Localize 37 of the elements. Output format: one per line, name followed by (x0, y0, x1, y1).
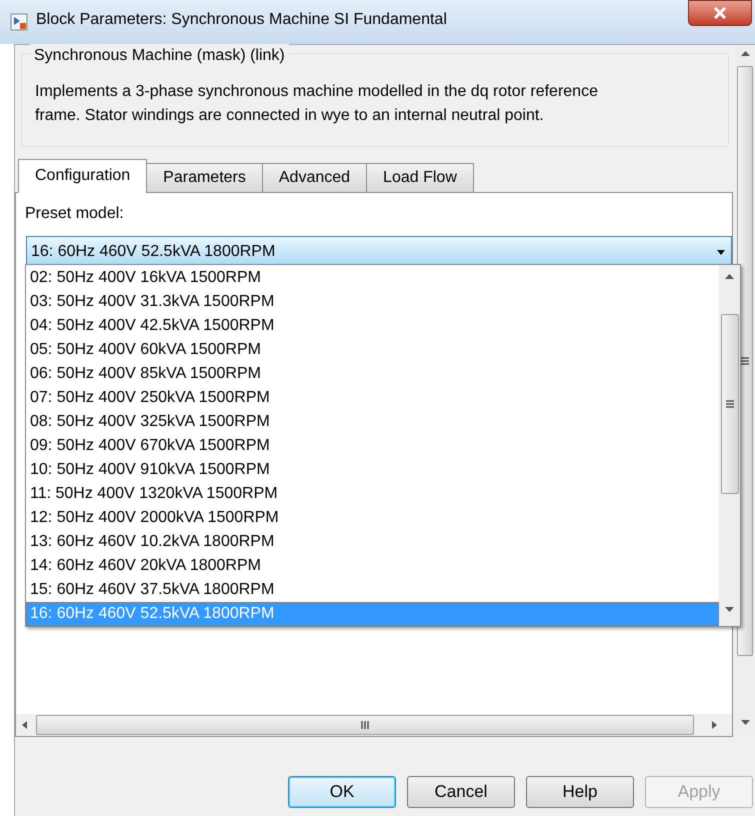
tab[interactable]: Parameters (146, 163, 263, 193)
dropdown-option[interactable]: 03: 50Hz 400V 31.3kVA 1500RPM (26, 290, 719, 314)
dropdown-option[interactable]: 13: 60Hz 460V 10.2kVA 1800RPM (26, 530, 719, 554)
dropdown-option[interactable]: 02: 50Hz 400V 16kVA 1500RPM (26, 266, 719, 290)
close-icon (713, 7, 727, 19)
dropdown-option[interactable]: 15: 60Hz 460V 37.5kVA 1800RPM (26, 578, 719, 602)
description-text: Implements a 3-phase synchronous machine modelled in the dq rotor reference frame. Stator windings are connected in wye to an internal neutral point. (35, 82, 599, 126)
grip-icon (741, 356, 749, 366)
dropdown-option[interactable]: 08: 50Hz 400V 325kVA 1500RPM (26, 410, 719, 434)
field-label: Preset model: (25, 204, 125, 224)
dropdown-option[interactable]: 06: 50Hz 400V 85kVA 1500RPM (26, 362, 719, 386)
scroll-down-icon[interactable] (725, 607, 734, 612)
scroll-up-icon[interactable] (740, 51, 750, 56)
scroll-down-icon[interactable] (740, 720, 750, 725)
tab[interactable]: Configuration (18, 159, 148, 193)
dropdown-arrow-icon (717, 250, 725, 254)
dropdown-option[interactable]: 14: 60Hz 460V 20kVA 1800RPM (26, 554, 719, 578)
dialog-button[interactable]: OK (288, 776, 396, 808)
tab[interactable]: Advanced (262, 163, 368, 193)
horizontal-scrollbar-thumb[interactable] (36, 715, 694, 735)
grip-icon (360, 721, 370, 729)
close-button[interactable] (688, 0, 752, 26)
dropdown-option[interactable]: 12: 50Hz 400V 2000kVA 1500RPM (26, 506, 719, 530)
dialog-button[interactable]: Help (526, 776, 634, 808)
dropdown-option[interactable]: 09: 50Hz 400V 670kVA 1500RPM (26, 434, 719, 458)
tab[interactable]: Load Flow (366, 163, 474, 193)
dropdown-option[interactable]: 04: 50Hz 400V 42.5kVA 1500RPM (26, 314, 719, 338)
dropdown-option[interactable]: 07: 50Hz 400V 250kVA 1500RPM (26, 386, 719, 410)
dialog-button[interactable]: Cancel (407, 776, 515, 808)
dropdown-option[interactable]: 11: 50Hz 400V 1320kVA 1500RPM (26, 482, 719, 506)
dropdown-option[interactable]: 05: 50Hz 400V 60kVA 1500RPM (26, 338, 719, 362)
dropdown-option[interactable]: 10: 50Hz 400V 910kVA 1500RPM (26, 458, 719, 482)
scroll-up-icon[interactable] (725, 274, 734, 279)
window-icon (10, 13, 28, 31)
window-title: Block Parameters: Synchronous Machine SI Fundamental (36, 10, 447, 30)
grip-icon (726, 399, 734, 409)
list-scrollbar-thumb[interactable] (720, 314, 738, 494)
